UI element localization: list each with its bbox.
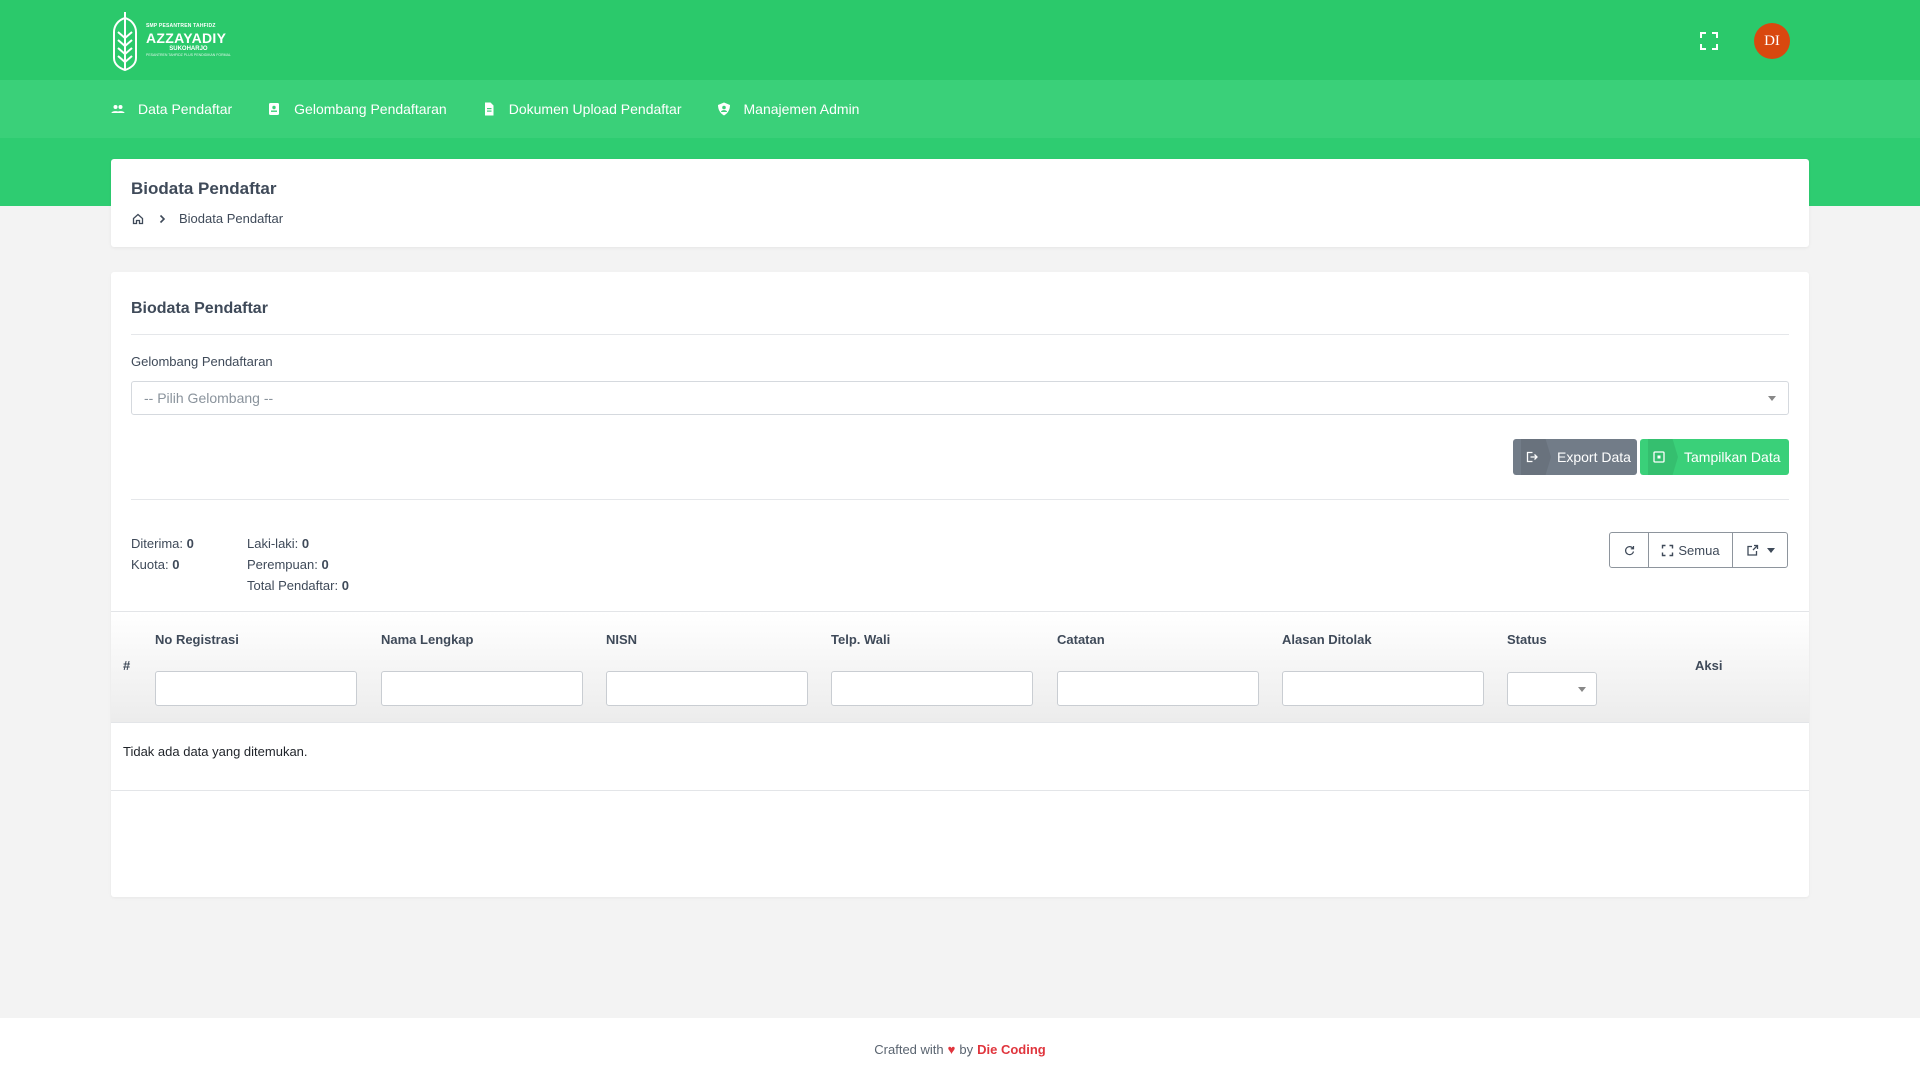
refresh-button[interactable] (1610, 533, 1648, 567)
column-header-index: # (123, 658, 131, 673)
column-header-status[interactable]: Status (1507, 632, 1547, 647)
divider (131, 499, 1789, 500)
laki-label: Laki-laki: (247, 536, 299, 551)
gelombang-label: Gelombang Pendaftaran (131, 354, 273, 369)
filter-catatan[interactable] (1057, 671, 1259, 706)
expand-icon (1662, 544, 1674, 556)
column-header-nama-lengkap[interactable]: Nama Lengkap (381, 632, 473, 647)
users-icon (111, 105, 125, 113)
kuota-label: Kuota: (131, 557, 169, 572)
total-label: Total Pendaftar: (247, 578, 339, 593)
export-data-label: Export Data (1557, 449, 1631, 465)
stats-column-1: Diterima: 0 Kuota: 0 (131, 533, 194, 575)
nav-item-data-pendaftar[interactable]: Data Pendaftar (110, 101, 232, 117)
filter-telp-wali[interactable] (831, 671, 1033, 706)
breadcrumb-current: Biodata Pendaftar (179, 211, 284, 226)
topbar: SMP PESANTREN TAHFIDZ AZZAYADIY SUKOHARJ… (0, 0, 1920, 80)
table-empty-row: Tidak ada data yang ditemukan. (111, 723, 1809, 791)
main-navigation: Data Pendaftar Gelombang Pendaftaran Dok… (0, 80, 1920, 138)
biodata-card: Biodata Pendaftar Gelombang Pendaftaran … (111, 272, 1809, 897)
empty-message: Tidak ada data yang ditemukan. (123, 744, 308, 759)
logo-name: AZZAYADIY (146, 30, 227, 47)
column-header-no-registrasi[interactable]: No Registrasi (155, 632, 239, 647)
view-icon (1653, 451, 1665, 463)
export-dropdown-button[interactable] (1732, 533, 1787, 567)
column-header-nisn[interactable]: NISN (606, 632, 637, 647)
tampilkan-data-button[interactable]: Tampilkan Data (1640, 439, 1789, 475)
chevron-down-icon (1768, 396, 1776, 401)
table-header: # No Registrasi Nama Lengkap NISN Telp. … (111, 611, 1809, 723)
gelombang-select[interactable]: -- Pilih Gelombang -- (131, 381, 1789, 415)
nav-item-gelombang-pendaftaran[interactable]: Gelombang Pendaftaran (266, 101, 447, 117)
footer-brand-link[interactable]: Die Coding (977, 1042, 1046, 1057)
nav-item-label: Dokumen Upload Pendaftar (508, 101, 682, 117)
user-shield-icon (717, 102, 730, 116)
nav-item-dokumen-upload[interactable]: Dokumen Upload Pendaftar (481, 101, 682, 117)
chevron-right-icon (159, 214, 166, 223)
export-data-button[interactable]: Export Data (1513, 439, 1637, 475)
nav-item-label: Gelombang Pendaftaran (294, 101, 447, 117)
chevron-down-icon (1578, 687, 1586, 692)
show-all-label: Semua (1678, 542, 1720, 558)
id-card-icon (269, 103, 280, 115)
column-header-alasan-ditolak[interactable]: Alasan Ditolak (1282, 632, 1372, 647)
column-header-telp-wali[interactable]: Telp. Wali (831, 632, 890, 647)
nav-item-manajemen-admin[interactable]: Manajemen Admin (716, 101, 860, 117)
logo-city: SUKOHARJO (169, 46, 208, 53)
tampilkan-data-label: Tampilkan Data (1684, 449, 1781, 465)
nav-item-label: Data Pendaftar (138, 101, 233, 117)
user-avatar[interactable]: DI (1754, 23, 1790, 59)
card-title: Biodata Pendaftar (131, 300, 268, 317)
perempuan-label: Perempuan: (247, 557, 318, 572)
perempuan-value: 0 (321, 557, 329, 572)
refresh-icon (1624, 545, 1634, 555)
table-toolbar: Semua (1609, 532, 1788, 568)
logo-school-type: SMP PESANTREN TAHFIDZ (146, 23, 216, 30)
file-icon (484, 102, 494, 116)
expand-icon (1700, 32, 1718, 50)
breadcrumb: Biodata Pendaftar (131, 211, 1789, 226)
nav-item-label: Manajemen Admin (743, 101, 860, 117)
page-title: Biodata Pendaftar (131, 179, 277, 198)
sign-out-icon (1526, 451, 1538, 463)
diterima-label: Diterima: (131, 536, 184, 551)
filter-nisn[interactable] (606, 671, 808, 706)
show-all-button[interactable]: Semua (1648, 533, 1732, 567)
laki-value: 0 (301, 536, 310, 551)
diterima-value: 0 (186, 536, 194, 551)
logo-tagline: PESANTREN TAHFIDZ PLUS PENDIDIKAN FORMAL (146, 53, 231, 58)
filter-alasan-ditolak[interactable] (1282, 671, 1484, 706)
app-logo[interactable]: SMP PESANTREN TAHFIDZ AZZAYADIY SUKOHARJ… (110, 10, 231, 72)
footer-prefix: Crafted with (874, 1041, 944, 1057)
filter-status-select[interactable] (1507, 672, 1597, 706)
chevron-down-icon (1766, 547, 1775, 553)
footer-by: by (959, 1041, 974, 1057)
kuota-value: 0 (172, 557, 180, 572)
column-header-aksi: Aksi (1695, 658, 1723, 673)
page-header-card: Biodata Pendaftar Biodata Pendaftar (111, 159, 1809, 247)
wheat-logo-icon (113, 12, 137, 72)
stats-column-2: Laki-laki: 0 Perempuan: 0 Total Pendafta… (247, 533, 349, 596)
fullscreen-toggle-button[interactable] (1698, 30, 1720, 52)
filter-no-registrasi[interactable] (155, 671, 357, 706)
column-header-catatan[interactable]: Catatan (1057, 632, 1105, 647)
home-icon[interactable] (131, 212, 145, 226)
footer: Crafted with ♥ by Die Coding (0, 1018, 1920, 1080)
external-link-icon (1746, 544, 1758, 556)
gelombang-select-value: -- Pilih Gelombang -- (144, 390, 274, 406)
divider (131, 334, 1789, 335)
filter-nama-lengkap[interactable] (381, 671, 583, 706)
heart-icon: ♥ (947, 1041, 956, 1057)
total-value: 0 (341, 578, 349, 593)
